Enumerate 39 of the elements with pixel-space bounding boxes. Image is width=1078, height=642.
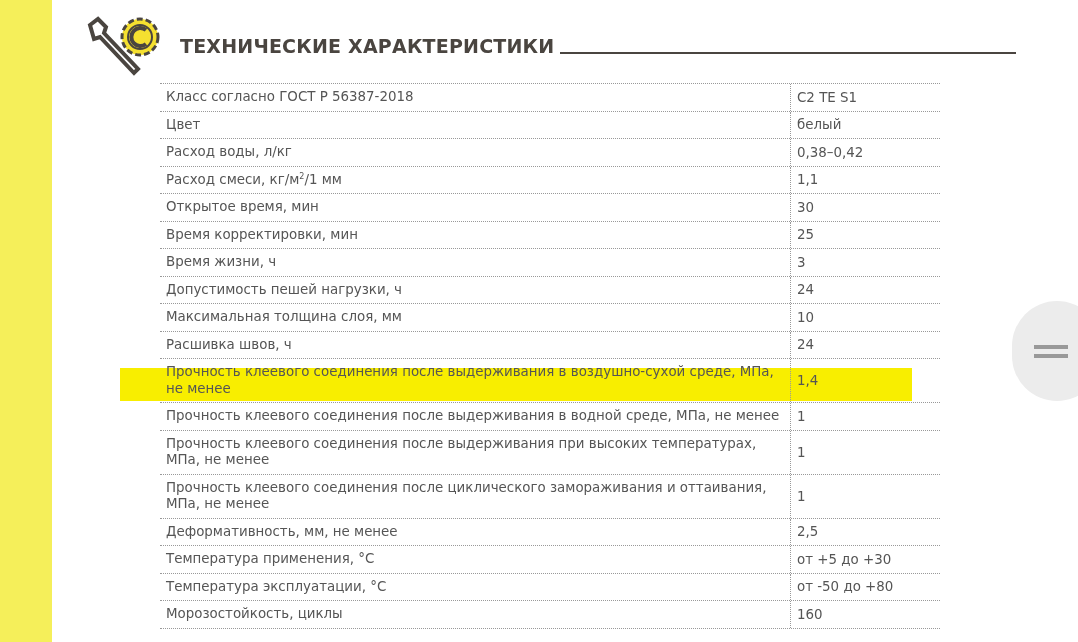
- value-cell-text: 160: [796, 605, 824, 624]
- parameter-cell: Прочность клеевого соединения после выдерживания в водной среде, МПа, не менее: [160, 403, 791, 430]
- menu-handle-button[interactable]: [1012, 301, 1078, 401]
- parameter-cell: Расход смеси, кг/м$^{2}$/1 мм: [160, 166, 791, 193]
- parameter-cell: Максимальная толщина слоя, мм: [160, 304, 791, 331]
- parameter-cell: Расшивка швов, ч: [160, 331, 791, 358]
- value-cell-text: 10: [796, 308, 816, 327]
- value-cell-text: 1: [796, 407, 807, 426]
- value-cell-text: 2,5: [796, 523, 820, 542]
- value-cell-text: 25: [796, 226, 816, 245]
- value-cell-text: 24: [796, 281, 816, 300]
- parameter-cell: Деформативность, мм, не менее: [160, 518, 791, 545]
- value-cell-text: 30: [796, 198, 816, 217]
- value-cell-text: 0,38–0,42: [796, 143, 865, 162]
- parameter-cell: Время жизни, ч: [160, 249, 791, 276]
- parameter-cell: Температура эксплуатации, °С: [160, 573, 791, 600]
- parameter-cell: Прочность клеевого соединения после циклического замораживания и оттаивания, МПа, не менее: [160, 474, 791, 518]
- value-cell-text: от +5 до +30: [796, 550, 893, 569]
- value-cell-text: от -50 до +80: [796, 578, 895, 597]
- parameter-cell: Температура применения, °С: [160, 546, 791, 573]
- value-cell-text: 1,4: [796, 372, 820, 390]
- parameter-cell: Класс согласно ГОСТ Р 56387-2018: [160, 84, 791, 111]
- parameter-cell: Прочность клеевого соединения после выдерживания в воздушно-сухой среде, МПа, не менее: [160, 359, 791, 402]
- parameter-cell: Прочность клеевого соединения после выдерживания при высоких температурах, МПа, не менее: [160, 430, 791, 474]
- value-cell-text: 1: [796, 443, 807, 462]
- parameter-cell: Расход воды, л/кг: [160, 139, 791, 166]
- parameter-cell: Время корректировки, мин: [160, 221, 791, 248]
- parameter-cell: Цвет: [160, 111, 791, 138]
- parameter-cell: Морозостойкость, циклы: [160, 601, 791, 628]
- parameter-cell: Допустимость пешей нагрузки, ч: [160, 276, 791, 303]
- value-cell-text: 24: [796, 336, 816, 355]
- menu-icon: [1034, 343, 1068, 359]
- value-cell-text: 1,1: [796, 171, 820, 190]
- value-cell-text: белый: [796, 116, 843, 135]
- value-cell-text: C2 TE S1: [796, 88, 859, 107]
- parameter-cell: Открытое время, мин: [160, 194, 791, 221]
- value-cell-text: 3: [796, 253, 807, 272]
- value-cell-text: 1: [796, 487, 807, 506]
- section-title: ТЕХНИЧЕСКИЕ ХАРАКТЕРИСТИКИ: [180, 35, 555, 57]
